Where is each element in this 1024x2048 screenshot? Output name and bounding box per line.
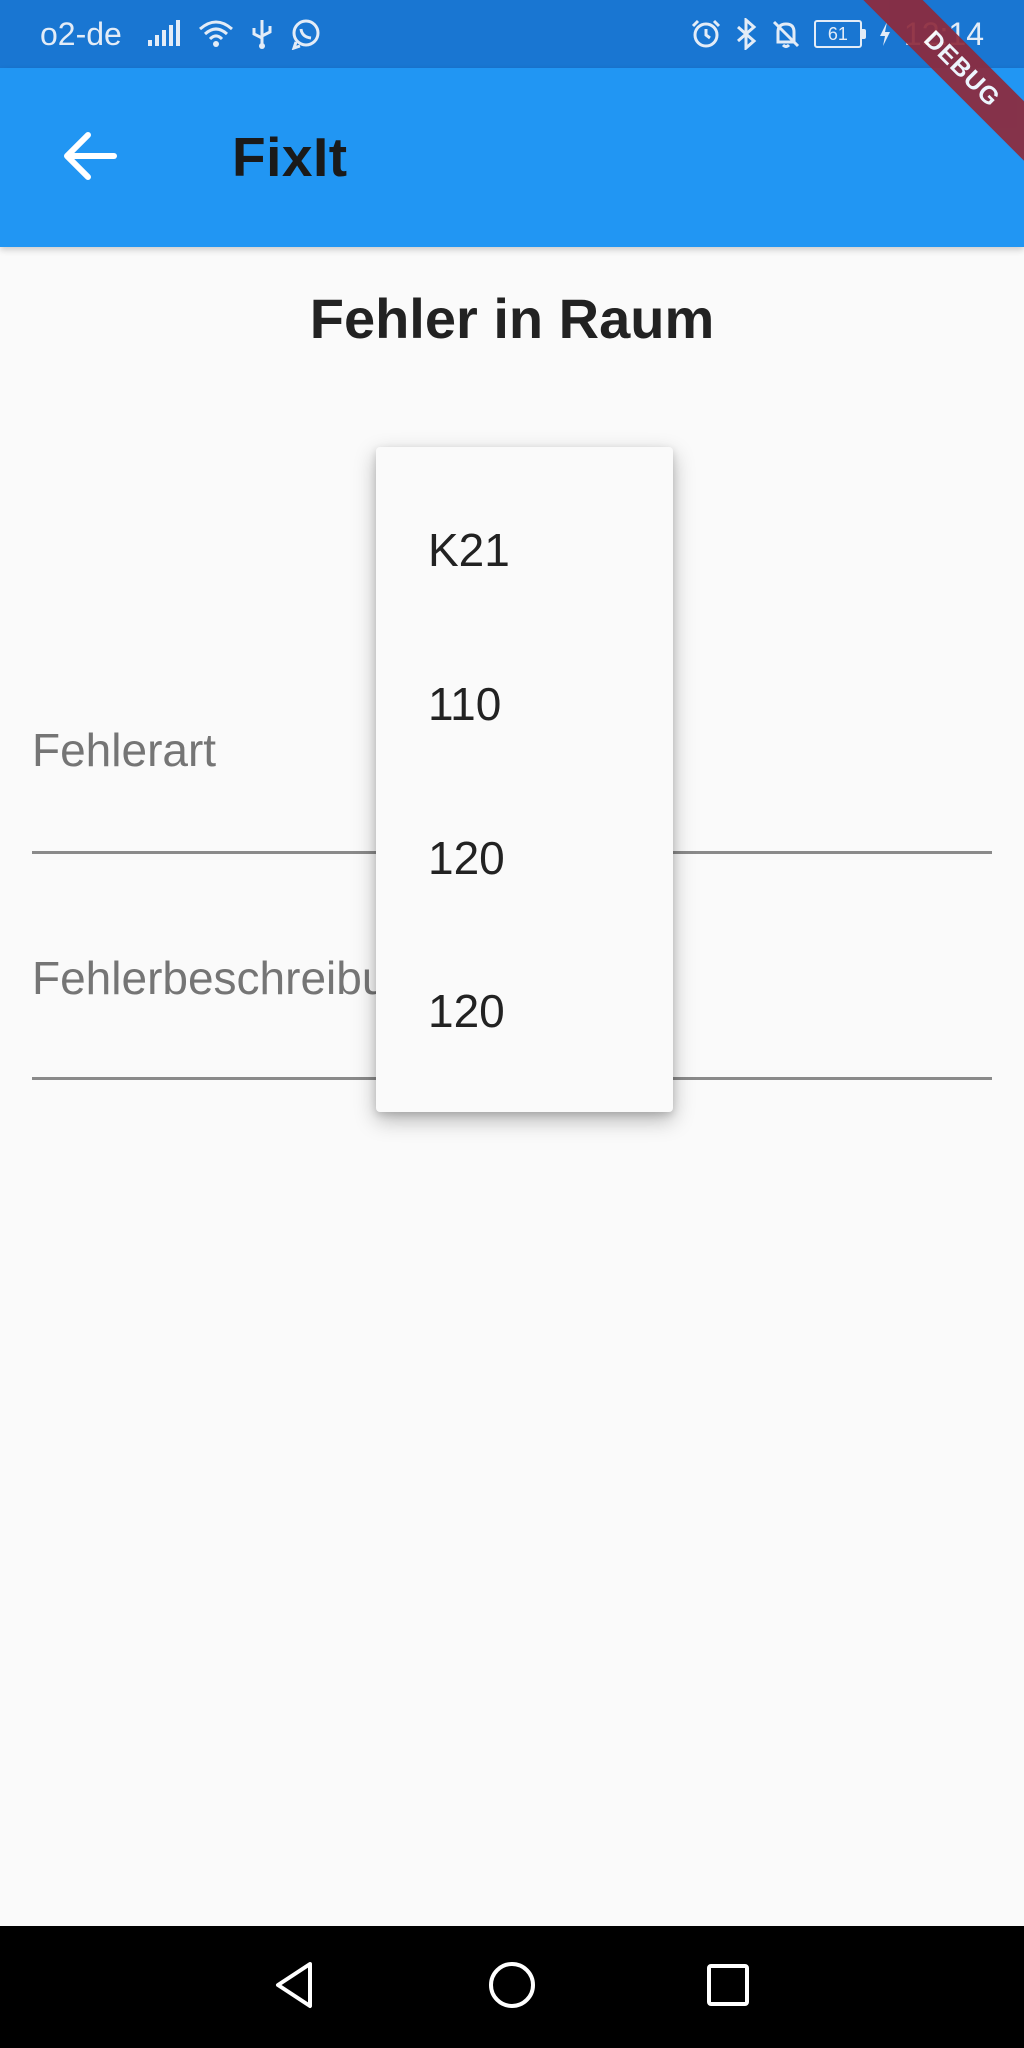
app-title: FixIt bbox=[232, 126, 348, 188]
battery-icon: 61 bbox=[813, 20, 866, 48]
arrow-back-icon bbox=[62, 131, 118, 186]
nav-home-button[interactable] bbox=[452, 1926, 572, 2048]
wifi-icon bbox=[198, 19, 234, 49]
fehlerart-label: Fehlerart bbox=[32, 724, 217, 776]
dropdown-item[interactable]: 120 bbox=[376, 934, 673, 1088]
status-bar-left: o2-de bbox=[40, 0, 322, 68]
dropdown-item[interactable]: 110 bbox=[376, 627, 673, 781]
usb-icon bbox=[250, 18, 274, 50]
status-bar: o2-de 61 bbox=[0, 0, 1024, 68]
home-circle-icon bbox=[487, 1960, 537, 2015]
system-nav-bar bbox=[0, 1926, 1024, 2048]
nav-recents-button[interactable] bbox=[668, 1926, 788, 2048]
signal-icon bbox=[146, 20, 182, 48]
notifications-off-icon bbox=[770, 18, 802, 50]
back-button[interactable] bbox=[50, 118, 130, 198]
carrier-name: o2-de bbox=[40, 15, 122, 52]
nav-back-button[interactable] bbox=[234, 1926, 354, 2048]
app-screen: o2-de 61 DEBUG FixIt Fehler in Raum Fehl… bbox=[0, 0, 1024, 2048]
recents-square-icon bbox=[705, 1962, 751, 2013]
whatsapp-icon bbox=[290, 18, 322, 50]
alarm-icon bbox=[690, 18, 722, 50]
dropdown-item[interactable]: K21 bbox=[376, 473, 673, 627]
app-bar: FixIt bbox=[0, 68, 1024, 247]
bluetooth-icon bbox=[734, 18, 758, 50]
room-dropdown-menu: K21 110 120 120 bbox=[376, 447, 673, 1112]
battery-level: 61 bbox=[813, 20, 862, 48]
page-title: Fehler in Raum bbox=[309, 287, 715, 350]
back-triangle-icon bbox=[272, 1960, 316, 2015]
dropdown-item[interactable]: 120 bbox=[376, 781, 673, 935]
